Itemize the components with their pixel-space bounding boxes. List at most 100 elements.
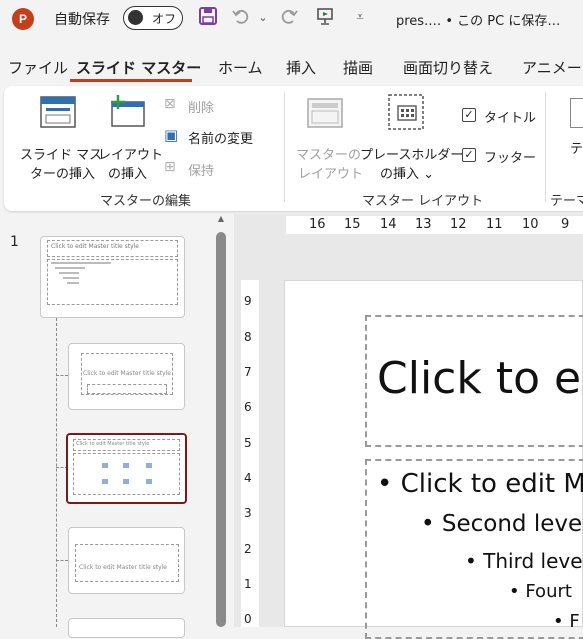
powerpoint-logo-icon: P (12, 8, 34, 30)
ruler-tick: 9 (561, 217, 570, 232)
redo-icon[interactable] (278, 6, 300, 30)
themes-icon[interactable] (570, 98, 583, 128)
slide-canvas[interactable]: Click to ed • Click to edit M • Second l… (284, 280, 583, 639)
insert-layout-icon (108, 94, 146, 132)
thumb-insert-icon (123, 463, 129, 468)
ruler-tick: 3 (244, 506, 252, 520)
thumb-title-text: Click to edit Master title style (83, 370, 171, 377)
master-layout-button[interactable]: マスターの レイアウト (292, 92, 363, 184)
layout-thumbnail[interactable]: Click to edit Master title style (68, 343, 185, 410)
bullet-level-2-text: Second leve (441, 511, 583, 537)
bullet-level-1: • Click to edit M (377, 469, 583, 499)
insert-layout-label-1: レイアウト (98, 148, 164, 163)
autosave-toggle[interactable]: オフ (123, 6, 183, 30)
slide-master-thumbnail[interactable]: Click to edit Master title style (40, 236, 185, 318)
preserve-icon: ⊞ (164, 159, 176, 175)
slide-number: 1 (10, 234, 19, 250)
scroll-up-arrow-icon[interactable]: ▲ (216, 214, 226, 228)
thumb-text-line (59, 272, 79, 274)
ruler-tick: 13 (415, 217, 432, 232)
group-separator (284, 92, 285, 202)
thumbnail-scrollbar[interactable] (216, 232, 226, 627)
ruler-tick: 7 (244, 365, 252, 379)
thumb-content-placeholder (73, 453, 180, 495)
thumb-title-text: Click to edit Master title style (79, 564, 167, 571)
rename-label: 名前の変更 (188, 132, 254, 147)
title-placeholder[interactable]: Click to ed (365, 315, 583, 447)
autosave-label: 自動保存 (54, 12, 110, 28)
bullet-level-5-text: F (569, 611, 580, 632)
insert-layout-label-2: の挿入 (108, 167, 148, 182)
tab-slide-master[interactable]: スライド マスター (76, 57, 201, 78)
tab-transitions[interactable]: 画面切り替え (403, 57, 493, 78)
bullet-level-5: • F (553, 611, 580, 632)
insert-placeholder-icon (388, 94, 424, 134)
undo-icon[interactable] (230, 6, 252, 30)
ruler-tick: 15 (344, 217, 361, 232)
layout-connector (56, 560, 68, 561)
master-layout-icon (307, 98, 343, 132)
bullet-level-3-text: Third leve (483, 549, 583, 573)
ruler-tick: 6 (244, 400, 252, 414)
delete-button[interactable]: ⊠ 削除 (164, 96, 274, 116)
vertical-ruler: 9 8 7 6 5 4 3 2 1 0 (241, 280, 259, 627)
title-checkbox-label: タイトル (484, 111, 537, 126)
insert-layout-button[interactable]: レイアウト の挿入 (98, 92, 164, 184)
insert-slide-master-button[interactable]: スライド マス ターの挿入 (18, 92, 102, 184)
ruler-tick: 4 (244, 471, 252, 485)
rename-icon: ▣ (164, 126, 179, 144)
insert-slide-master-label-2: ターの挿入 (30, 167, 96, 182)
toggle-knob (128, 10, 143, 25)
layout-thumbnail[interactable] (68, 618, 185, 638)
preserve-button[interactable]: ⊞ 保持 (164, 159, 274, 179)
insert-placeholder-label-2: の挿入 ⌄ (380, 167, 435, 182)
ruler-tick: 12 (450, 217, 467, 232)
thumb-text-line (55, 267, 85, 269)
insert-placeholder-label-1: プレースホルダー (360, 148, 464, 163)
ribbon: スライド マス ターの挿入 レイアウト の挿入 ⊠ 削除 ▣ 名前の変更 ⊞ 保… (4, 86, 583, 211)
thumb-insert-icon (123, 479, 129, 484)
ruler-tick: 0 (244, 612, 252, 626)
ruler-tick: 11 (486, 217, 503, 232)
themes-label[interactable]: テ (570, 138, 583, 157)
group-separator (545, 92, 546, 202)
insert-placeholder-button[interactable]: プレースホルダー の挿入 ⌄ (358, 92, 463, 184)
ruler-tick: 8 (244, 330, 252, 344)
thumb-title-placeholder (75, 544, 179, 582)
undo-dropdown-icon[interactable]: ⌄ (256, 6, 270, 30)
ruler-tick: 5 (244, 436, 252, 450)
thumb-title-text: Click to edit Master title style (51, 243, 139, 250)
horizontal-ruler: 16 15 14 13 12 11 10 9 (286, 216, 583, 234)
tab-file[interactable]: ファイル (8, 57, 68, 78)
customize-toolbar-icon[interactable]: ⩡ (350, 6, 370, 30)
layout-thumbnail[interactable]: Click to edit Master title style (68, 527, 185, 594)
present-from-start-icon[interactable] (313, 6, 337, 30)
delete-icon: ⊠ (164, 96, 176, 112)
layout-connector (56, 375, 68, 376)
bullet-level-4: • Fourt (509, 581, 572, 602)
document-title[interactable]: pres.… • この PC に保存… (396, 10, 560, 29)
layout-thumbnail-selected[interactable]: Click to edit Master title style (66, 433, 187, 504)
tab-animations[interactable]: アニメーシ (522, 57, 583, 78)
group-label-master-layout: マスター レイアウト (362, 194, 484, 209)
footer-check-icon: ✓ (462, 148, 476, 162)
thumb-insert-icon (102, 463, 108, 468)
footer-checkbox[interactable]: ✓ フッター (460, 146, 540, 166)
content-placeholder[interactable]: • Click to edit M • Second leve • Third … (365, 459, 583, 639)
save-icon[interactable] (196, 6, 220, 30)
group-label-theme: テーマ (550, 194, 583, 209)
thumb-subtitle-placeholder (87, 384, 167, 394)
tab-home[interactable]: ホーム (218, 57, 263, 78)
title-bar: P 自動保存 オフ ⌄ ⩡ pres.… • この PC に保存… (0, 0, 583, 38)
active-tab-indicator (70, 79, 192, 82)
title-checkbox[interactable]: ✓ タイトル (460, 106, 540, 126)
thumb-insert-icon (102, 479, 108, 484)
tab-draw[interactable]: 描画 (343, 57, 373, 78)
rename-button[interactable]: ▣ 名前の変更 (164, 126, 274, 147)
ruler-tick: 1 (244, 577, 252, 591)
ruler-tick: 10 (522, 217, 539, 232)
tab-insert[interactable]: 挿入 (286, 57, 316, 78)
master-layout-label-1: マスターの (296, 148, 362, 163)
preserve-label: 保持 (188, 164, 215, 179)
autosave-state: オフ (152, 12, 177, 26)
